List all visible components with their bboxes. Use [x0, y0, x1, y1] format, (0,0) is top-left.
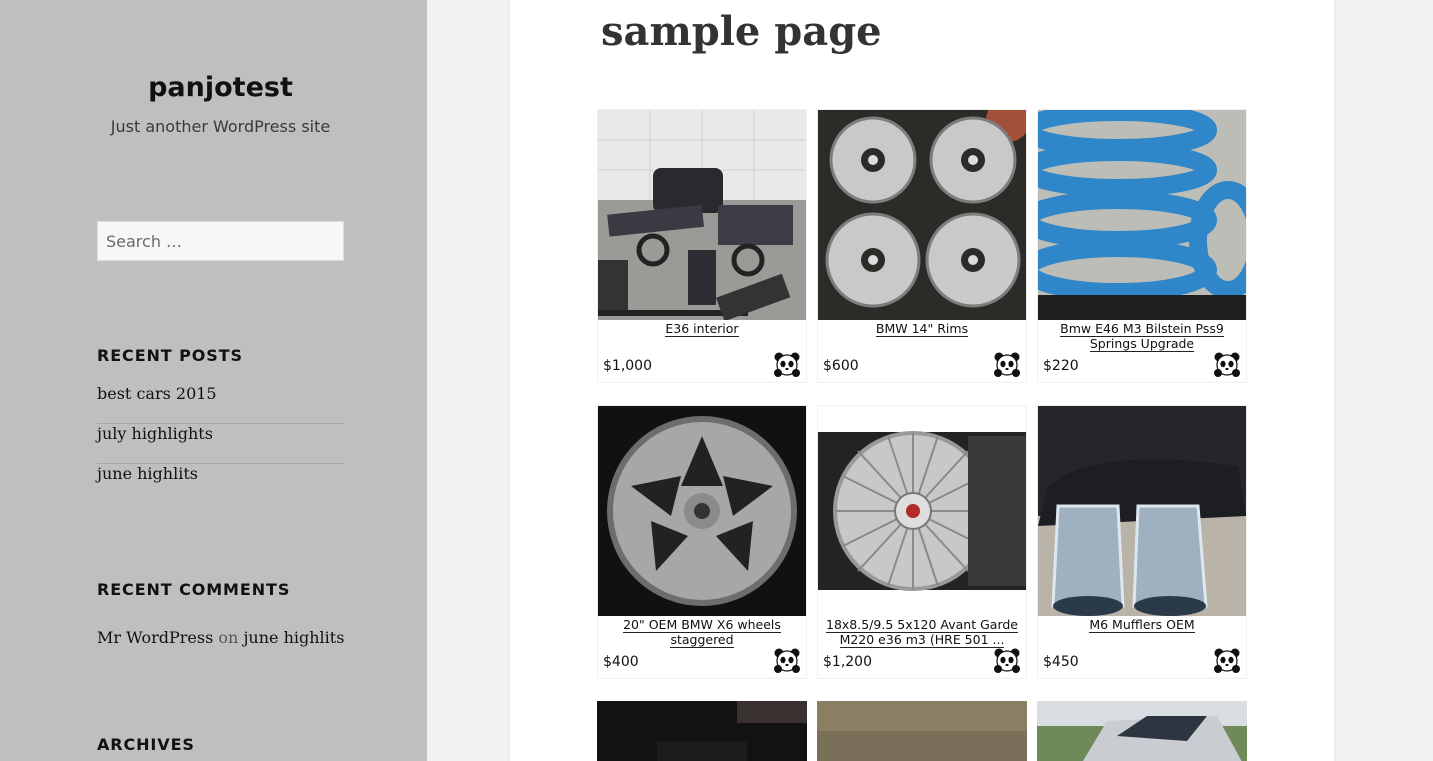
listing-title[interactable]: M6 Mufflers OEM: [1040, 617, 1244, 633]
listing-card[interactable]: 20" OEM BMW X6 wheels staggered $400: [597, 405, 807, 679]
panda-icon[interactable]: [1214, 352, 1240, 378]
archives-heading: ARCHIVES: [97, 735, 195, 754]
recent-post-link[interactable]: july highlights: [97, 424, 344, 464]
listing-price: $1,200: [823, 654, 872, 670]
panda-icon[interactable]: [774, 648, 800, 674]
recent-comments-heading: RECENT COMMENTS: [97, 580, 291, 599]
listing-price: $1,000: [603, 358, 652, 374]
site-tagline: Just another WordPress site: [110, 117, 331, 136]
comment-connector: on: [218, 628, 239, 647]
listing-card[interactable]: BMW 14" Rims $600: [817, 109, 1027, 383]
panda-icon[interactable]: [1214, 648, 1240, 674]
comment-post-link[interactable]: june highlits: [243, 628, 344, 647]
recent-posts-heading: RECENT POSTS: [97, 346, 243, 365]
listing-image[interactable]: [817, 701, 1027, 761]
listing-image[interactable]: [598, 110, 806, 320]
listing-image[interactable]: [818, 110, 1026, 320]
listing-card[interactable]: 18x8.5/9.5 5x120 Avant Garde M220 e36 m3…: [817, 405, 1027, 679]
main-content: sample page E36 interior $1,000 BMW 14" …: [509, 0, 1335, 761]
recent-comment: Mr WordPress on june highlits: [97, 628, 344, 647]
listing-price: $600: [823, 358, 859, 374]
listing-image[interactable]: [1038, 406, 1246, 616]
search-input[interactable]: [97, 221, 344, 261]
listing-title[interactable]: Bmw E46 M3 Bilstein Pss9 Springs Upgrade: [1040, 321, 1244, 352]
site-title[interactable]: panjotest: [0, 72, 441, 103]
page-title: sample page: [601, 8, 882, 55]
listing-title[interactable]: BMW 14" Rims: [820, 321, 1024, 337]
listing-image[interactable]: [1038, 110, 1246, 320]
panda-icon[interactable]: [994, 648, 1020, 674]
listing-image[interactable]: [597, 701, 807, 761]
listing-price: $450: [1043, 654, 1079, 670]
listing-card[interactable]: Bmw E46 M3 Bilstein Pss9 Springs Upgrade…: [1037, 109, 1247, 383]
listing-image[interactable]: [1037, 701, 1247, 761]
panda-icon[interactable]: [774, 352, 800, 378]
panda-icon[interactable]: [994, 352, 1020, 378]
listing-title[interactable]: E36 interior: [600, 321, 804, 337]
recent-posts-list: best cars 2015 july highlights june high…: [97, 384, 344, 504]
listing-price: $220: [1043, 358, 1079, 374]
listing-card[interactable]: E36 interior $1,000: [597, 109, 807, 383]
listing-image[interactable]: [818, 406, 1026, 616]
listing-price: $400: [603, 654, 639, 670]
listing-title[interactable]: 18x8.5/9.5 5x120 Avant Garde M220 e36 m3…: [820, 617, 1024, 648]
recent-post-link[interactable]: best cars 2015: [97, 384, 344, 424]
comment-author-link[interactable]: Mr WordPress: [97, 628, 213, 647]
sidebar: panjotest Just another WordPress site RE…: [0, 0, 427, 761]
listing-title[interactable]: 20" OEM BMW X6 wheels staggered: [600, 617, 804, 648]
listing-card[interactable]: M6 Mufflers OEM $450: [1037, 405, 1247, 679]
recent-post-link[interactable]: june highlits: [97, 464, 344, 504]
listing-image[interactable]: [598, 406, 806, 616]
